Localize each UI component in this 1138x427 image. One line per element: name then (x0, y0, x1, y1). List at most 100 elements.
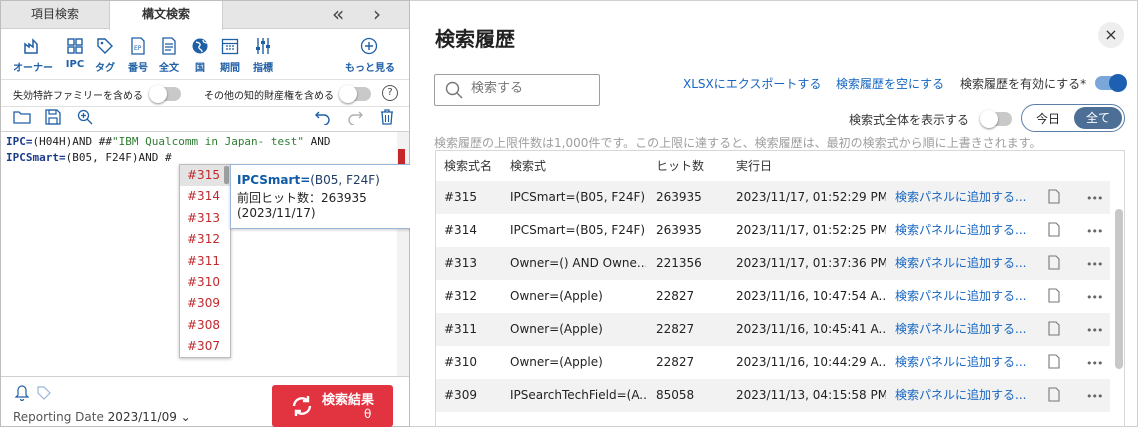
autocomplete-list: #315 #314 #313 #312 #311 #310 #309 #308 … (179, 164, 231, 358)
more-options-icon[interactable]: ••• (1086, 357, 1103, 370)
more-options-icon[interactable]: ••• (1086, 258, 1103, 271)
row-date: 2023/11/16, 10:44:29 A... (736, 355, 886, 369)
export-xlsx-link[interactable]: XLSXにエクスポートする (683, 75, 821, 92)
other-ip-toggle[interactable] (339, 85, 371, 103)
document-icon[interactable] (1048, 222, 1060, 240)
tab-syntax-search[interactable]: 構文検索 (109, 1, 223, 30)
add-to-panel-link[interactable]: 検索パネルに追加する... (895, 346, 1026, 379)
filter-today[interactable]: 今日 (1028, 110, 1068, 127)
table-row[interactable]: #309 IPSearchTechField=(A... 85058 2023/… (436, 379, 1110, 412)
row-hits: 263935 (656, 223, 702, 237)
editor-toolbar (1, 109, 409, 131)
autocomplete-item[interactable]: #307 (180, 336, 230, 357)
add-to-panel-link[interactable]: 検索パネルに追加する... (895, 214, 1026, 247)
refresh-icon (290, 394, 314, 421)
autocomplete-item[interactable]: #315 (180, 165, 230, 187)
add-to-panel-link[interactable]: 検索パネルに追加する... (895, 181, 1026, 214)
table-row[interactable]: #314 IPCSmart=(B05, F24F) 263935 2023/11… (436, 214, 1110, 247)
sliders-icon (243, 37, 283, 57)
more-options-icon[interactable]: ••• (1086, 225, 1103, 238)
help-icon[interactable]: ? (382, 85, 398, 101)
more-options-icon[interactable]: ••• (1086, 390, 1103, 403)
column-header-query[interactable]: 検索式 (510, 151, 546, 181)
more-options-icon[interactable]: ••• (1086, 291, 1103, 304)
run-search-button[interactable]: 検索結果 θ (272, 385, 393, 427)
trash-icon[interactable] (379, 109, 395, 128)
autocomplete-item[interactable]: #311 (180, 251, 230, 272)
save-icon[interactable] (45, 109, 61, 128)
tag-icon[interactable] (37, 386, 51, 403)
document-icon[interactable] (1048, 321, 1060, 339)
history-search-field[interactable] (434, 74, 600, 106)
autocomplete-item[interactable]: #314 (180, 186, 230, 207)
metrics-button[interactable]: 指標 (243, 37, 283, 74)
error-marker (398, 149, 405, 165)
row-name: #312 (444, 289, 477, 303)
table-row[interactable]: #311 Owner=(Apple) 22827 2023/11/16, 10:… (436, 313, 1110, 346)
column-header-date[interactable]: 実行日 (736, 151, 772, 181)
autocomplete-item[interactable]: #308 (180, 315, 230, 336)
column-header-name[interactable]: 検索式名 (444, 151, 492, 181)
folder-open-icon[interactable] (13, 109, 31, 128)
undo-icon[interactable] (315, 109, 331, 128)
document-icon[interactable] (1048, 255, 1060, 273)
collapse-left-icon[interactable]: « (332, 2, 344, 26)
history-table: 検索式名 検索式 ヒット数 実行日 #315 IPCSmart=(B05, F2… (435, 150, 1125, 427)
add-to-panel-link[interactable]: 検索パネルに追加する... (895, 313, 1026, 346)
filter-all[interactable]: 全て (1074, 107, 1122, 129)
show-full-query-toggle[interactable] (980, 110, 1012, 128)
autocomplete-item[interactable]: #312 (180, 229, 230, 250)
clear-history-link[interactable]: 検索履歴を空にする (836, 75, 944, 92)
row-query: IPCSmart=(B05, F24F) (510, 190, 646, 204)
table-scrollbar[interactable] (1115, 209, 1123, 369)
add-to-panel-link[interactable]: 検索パネルに追加する... (895, 379, 1026, 412)
add-to-panel-link[interactable]: 検索パネルに追加する... (895, 280, 1026, 313)
more-label: もっと見る (345, 63, 395, 74)
table-row[interactable]: #313 Owner=() AND Owne... 221356 2023/11… (436, 247, 1110, 280)
add-to-panel-link[interactable]: 検索パネルに追加する... (895, 247, 1026, 280)
row-name: #315 (444, 190, 477, 204)
chevron-right-icon[interactable]: › (373, 2, 381, 26)
row-date: 2023/11/16, 10:45:41 A... (736, 322, 886, 336)
close-button[interactable]: × (1098, 22, 1124, 48)
owner-button[interactable]: オーナー (13, 37, 53, 74)
row-name: #309 (444, 388, 477, 402)
document-icon[interactable] (1048, 387, 1060, 405)
table-row[interactable]: #312 Owner=(Apple) 22827 2023/11/16, 10:… (436, 280, 1110, 313)
document-icon[interactable] (1048, 189, 1060, 207)
field-toolbar: オーナー IPC タグ EP 番号 全文 国 期間 指標 もっと見る (1, 37, 409, 74)
more-button[interactable]: もっと見る (345, 37, 395, 74)
more-options-icon[interactable]: ••• (1086, 324, 1103, 337)
row-hits: 22827 (656, 289, 695, 303)
search-icon (445, 81, 463, 102)
enable-history-toggle[interactable] (1095, 74, 1127, 92)
search-zoom-icon[interactable] (77, 109, 93, 128)
autocomplete-item[interactable]: #310 (180, 272, 230, 293)
metrics-label: 指標 (253, 63, 273, 74)
chevron-down-icon: ⌄ (180, 410, 191, 424)
show-full-query-label: 検索式全体を表示する (849, 113, 970, 127)
reporting-date[interactable]: Reporting Date 2023/11/09 ⌄ (13, 410, 191, 424)
history-search-input[interactable] (471, 81, 591, 96)
owner-label: オーナー (13, 63, 53, 74)
expired-family-toggle[interactable] (149, 85, 181, 103)
row-date: 2023/11/16, 10:47:54 A... (736, 289, 886, 303)
row-query: Owner=(Apple) (510, 289, 603, 303)
document-icon[interactable] (1048, 288, 1060, 306)
date-filter-segment: 今日 全て (1021, 104, 1125, 132)
column-header-hits[interactable]: ヒット数 (656, 151, 704, 181)
redo-icon[interactable] (347, 109, 363, 128)
table-row[interactable]: #315 IPCSmart=(B05, F24F) 263935 2023/11… (436, 181, 1110, 214)
autocomplete-item[interactable]: #309 (180, 293, 230, 314)
bell-icon[interactable] (14, 385, 30, 404)
document-icon[interactable] (1048, 354, 1060, 372)
autocomplete-item[interactable]: #313 (180, 208, 230, 229)
page-title: 検索履歴 (435, 27, 515, 51)
table-row[interactable]: #310 Owner=(Apple) 22827 2023/11/16, 10:… (436, 346, 1110, 379)
tab-item-search[interactable]: 項目検索 (1, 1, 109, 29)
autocomplete-scrollbar[interactable] (224, 166, 229, 184)
row-name: #314 (444, 223, 477, 237)
row-query: IPSearchTechField=(A... (510, 388, 646, 402)
more-options-icon[interactable]: ••• (1086, 192, 1103, 205)
row-name: #311 (444, 322, 477, 336)
